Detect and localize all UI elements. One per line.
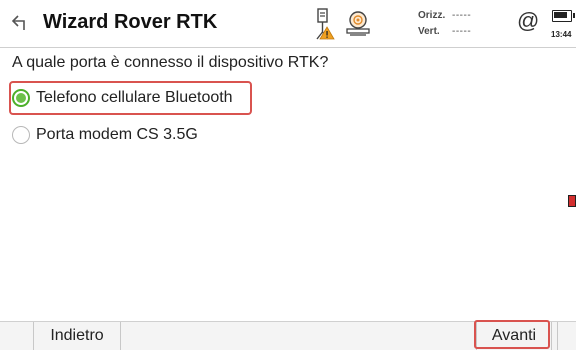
rtk-receiver-warning-icon[interactable] [313, 8, 335, 45]
page-title: Wizard Rover RTK [43, 11, 218, 33]
selection-highlight-box [9, 81, 252, 115]
title-bar: Wizard Rover RTK Orizz. ----- Vert. ----… [0, 0, 576, 48]
back-button[interactable]: Indietro [33, 322, 121, 350]
option-label: Porta modem CS 3.5G [36, 126, 198, 143]
at-connection-icon[interactable]: @ [517, 8, 539, 34]
vert-value: ----- [452, 26, 472, 37]
orizz-label: Orizz. [418, 10, 446, 21]
question-text: A quale porta è connesso il dispositivo … [12, 54, 329, 71]
orizz-value: ----- [452, 10, 472, 21]
option-cs-modem-port[interactable]: Porta modem CS 3.5G [12, 120, 198, 150]
clock: 13:44 [551, 30, 572, 39]
vert-label: Vert. [418, 26, 440, 37]
next-highlight-box [474, 320, 550, 349]
target-device-icon[interactable] [344, 8, 372, 43]
side-edge-marker [568, 195, 576, 207]
back-arrow-icon[interactable] [8, 10, 34, 36]
battery-icon[interactable] [552, 10, 575, 22]
bottom-divider [557, 322, 558, 350]
radio-unselected-icon[interactable] [12, 126, 30, 144]
